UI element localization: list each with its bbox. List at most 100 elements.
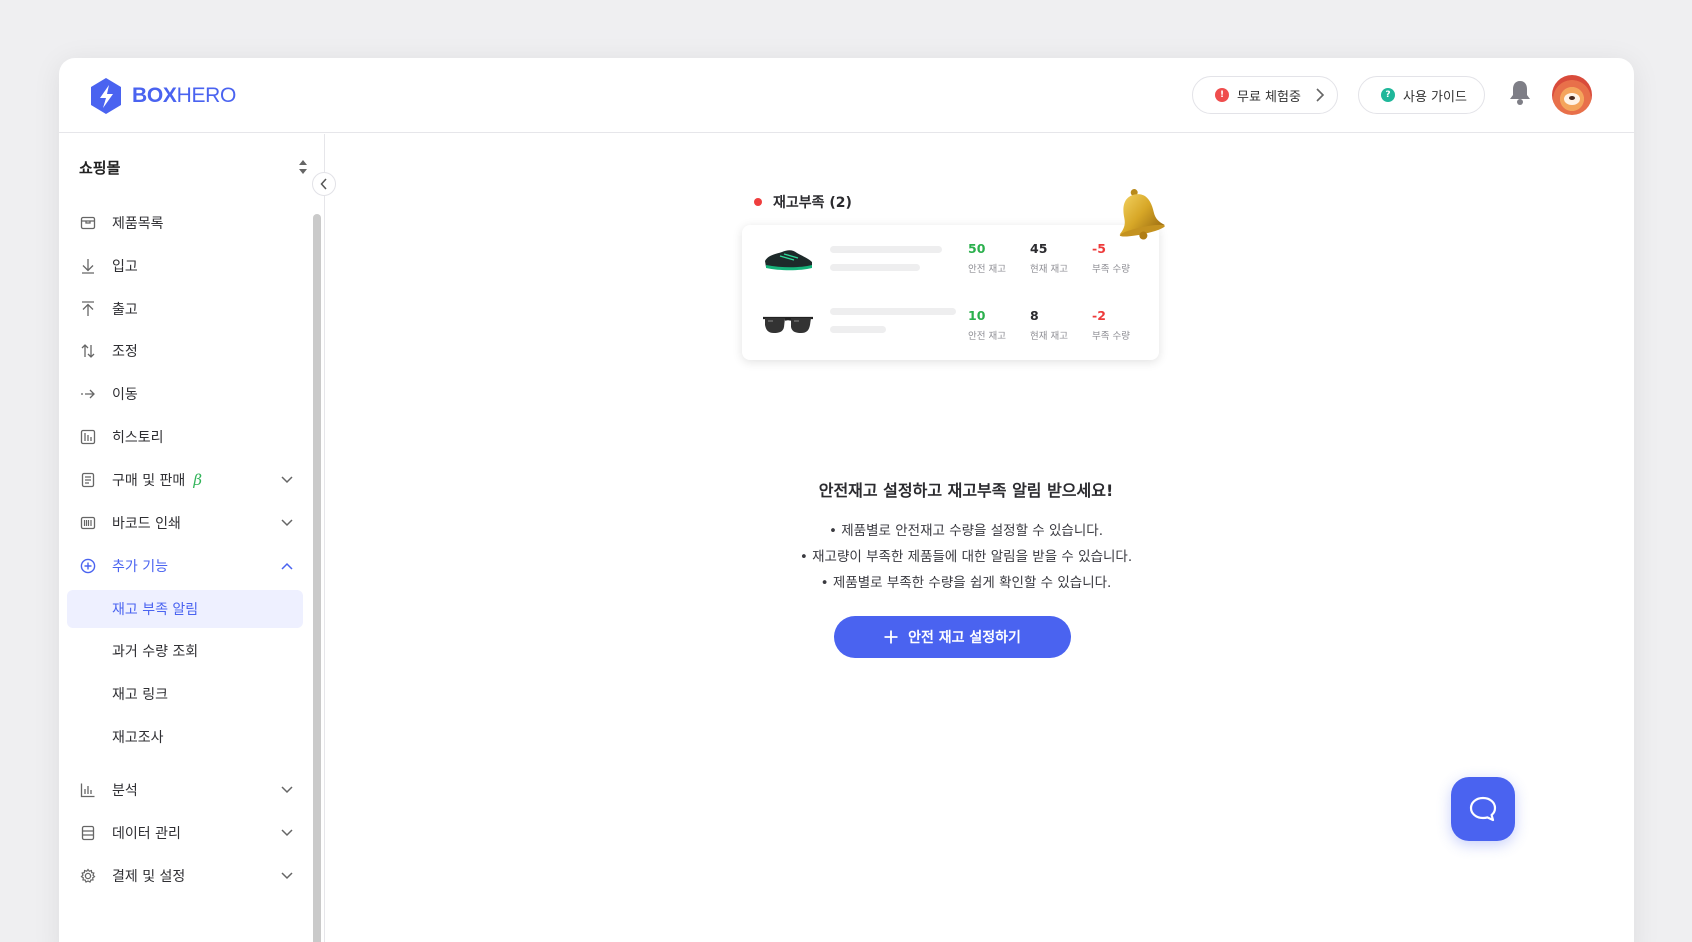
main-content: 재고부족 (2) 50 안전 재고 45 현재 재고 -5 부족 수량 10 안… [326, 134, 1634, 942]
swap-vertical-icon [81, 344, 95, 358]
current-stock-label: 현재 재고 [1030, 264, 1068, 275]
arrow-up-icon [82, 301, 94, 316]
sidebar-item-stock-link[interactable]: 재고 링크 [67, 675, 303, 713]
preview-title-text: 재고부족 (2) [773, 195, 852, 211]
sidebar-item-label: 결제 및 설정 [112, 869, 186, 885]
chevron-up-icon [281, 562, 293, 570]
alert-icon: ! [1215, 88, 1229, 102]
sidebar-item-stocktake[interactable]: 재고조사 [67, 718, 303, 756]
notification-bell-icon[interactable] [1507, 78, 1533, 106]
gold-bell-icon [1119, 189, 1165, 240]
sidebar-item-label: 과거 수량 조회 [112, 644, 199, 660]
safe-stock-label: 안전 재고 [968, 264, 1006, 275]
chevron-down-icon [281, 829, 293, 837]
sidebar-item-label: 이동 [112, 387, 138, 403]
sidebar-item-low-stock-alert[interactable]: 재고 부족 알림 [67, 590, 303, 628]
document-icon [81, 472, 95, 488]
set-safety-stock-button[interactable]: 안전 재고 설정하기 [834, 616, 1071, 658]
shortage-value: -2 [1092, 308, 1106, 323]
empty-state-headline: 안전재고 설정하고 재고부족 알림 받으세요! [818, 481, 1114, 500]
sidebar-item-barcode[interactable]: 바코드 인쇄 [67, 504, 303, 542]
sidebar-item-label: 분석 [112, 783, 138, 799]
chat-bubble-icon [1469, 796, 1497, 822]
feature-bullet: • 제품별로 부족한 수량을 쉽게 확인할 수 있습니다. [820, 575, 1112, 591]
user-avatar[interactable] [1552, 75, 1592, 115]
sunglasses-image [763, 316, 813, 333]
box-icon [80, 216, 96, 230]
free-trial-label: 무료 체험중 [1237, 89, 1301, 105]
chevron-right-icon [1316, 88, 1325, 102]
safe-stock-value: 50 [968, 241, 986, 256]
app-window: BOXHERO ! 무료 체험중 ? 사용 가이드 쇼핑몰 제품목록 입고 출고… [59, 58, 1634, 942]
chart-icon [80, 783, 95, 798]
help-icon: ? [1381, 88, 1395, 102]
sidebar-item-label: 출고 [112, 302, 138, 318]
sidebar-item-label: 제품목록 [112, 216, 164, 232]
user-guide-button[interactable]: ? 사용 가이드 [1358, 76, 1485, 114]
sidebar-item-label: 바코드 인쇄 [112, 516, 181, 532]
sidebar-item-analytics[interactable]: 분석 [67, 771, 303, 809]
top-header: BOXHERO ! 무료 체험중 ? 사용 가이드 [59, 58, 1634, 133]
chevron-left-icon [320, 178, 327, 190]
current-stock-stat: 45 현재 재고 [1030, 241, 1080, 275]
chevron-down-icon [281, 519, 293, 527]
sidebar-item-label: 입고 [112, 259, 138, 275]
barcode-icon [80, 516, 96, 530]
plus-icon [884, 630, 898, 644]
sidebar-scrollbar[interactable] [313, 214, 321, 942]
set-safety-stock-label: 안전 재고 설정하기 [908, 630, 1021, 646]
free-trial-button[interactable]: ! 무료 체험중 [1192, 76, 1338, 114]
sidebar-item-label: 추가 기능 [112, 559, 168, 575]
placeholder-bar [830, 326, 886, 333]
sidebar-item-stock-out[interactable]: 출고 [67, 290, 303, 328]
chevron-down-icon [281, 786, 293, 794]
shortage-stat: -2 부족 수량 [1092, 308, 1142, 342]
sidebar-item-products[interactable]: 제품목록 [67, 204, 303, 242]
user-guide-label: 사용 가이드 [1403, 89, 1467, 105]
sidebar-item-stock-in[interactable]: 입고 [67, 247, 303, 285]
beta-badge: β [193, 471, 202, 489]
sidebar-item-history[interactable]: 히스토리 [67, 418, 303, 456]
sidebar-item-label: 재고 부족 알림 [112, 602, 199, 618]
store-selector[interactable]: 쇼핑몰 [79, 152, 308, 182]
current-stock-label: 현재 재고 [1030, 331, 1068, 342]
sidebar: 쇼핑몰 제품목록 입고 출고 조정 이동 히스토리 구매 및 판매 β 바코드 … [59, 134, 325, 942]
database-icon [81, 825, 95, 841]
placeholder-bar [830, 308, 956, 315]
sidebar-item-data-management[interactable]: 데이터 관리 [67, 814, 303, 852]
current-stock-value: 45 [1030, 241, 1048, 256]
feature-bullet: • 재고량이 부족한 제품들에 대한 알림을 받을 수 있습니다. [799, 549, 1133, 565]
sort-arrows-icon [299, 160, 307, 174]
safe-stock-stat: 50 안전 재고 [968, 241, 1018, 275]
shortage-label: 부족 수량 [1092, 331, 1130, 342]
sidebar-item-billing-settings[interactable]: 결제 및 설정 [67, 857, 303, 895]
sidebar-item-label: 조정 [112, 344, 138, 360]
sidebar-item-adjust[interactable]: 조정 [67, 332, 303, 370]
sneaker-image [765, 250, 812, 271]
chevron-down-icon [281, 872, 293, 880]
collapse-sidebar-button[interactable] [312, 172, 336, 196]
gear-icon [80, 868, 96, 883]
logo-mark-icon [91, 78, 121, 114]
current-stock-value: 8 [1030, 308, 1039, 323]
logo-wordmark: BOXHERO [132, 84, 237, 107]
boxhero-logo[interactable]: BOXHERO [89, 77, 236, 115]
sidebar-item-label: 구매 및 판매 β [112, 471, 202, 489]
placeholder-bar [830, 246, 942, 253]
sidebar-item-label: 재고 링크 [112, 687, 168, 703]
preview-row: 50 안전 재고 45 현재 재고 -5 부족 수량 [742, 225, 1159, 291]
chat-support-button[interactable] [1451, 777, 1515, 841]
shortage-stat: -5 부족 수량 [1092, 241, 1142, 275]
feature-bullet-list: • 제품별로 안전재고 수량을 설정할 수 있습니다. • 재고량이 부족한 제… [666, 518, 1266, 596]
sidebar-item-move[interactable]: 이동 [67, 375, 303, 413]
store-name: 쇼핑몰 [79, 158, 121, 177]
sidebar-item-purchase-sales[interactable]: 구매 및 판매 β [67, 461, 303, 499]
sidebar-item-past-quantity[interactable]: 과거 수량 조회 [67, 632, 303, 670]
history-icon [80, 429, 96, 445]
sidebar-item-extra-features[interactable]: 추가 기능 [67, 547, 303, 585]
safe-stock-label: 안전 재고 [968, 331, 1006, 342]
current-stock-stat: 8 현재 재고 [1030, 308, 1080, 342]
arrow-right-icon [81, 389, 95, 399]
sidebar-item-label: 히스토리 [112, 430, 164, 446]
low-stock-preview-title: 재고부족 (2) [754, 192, 852, 212]
